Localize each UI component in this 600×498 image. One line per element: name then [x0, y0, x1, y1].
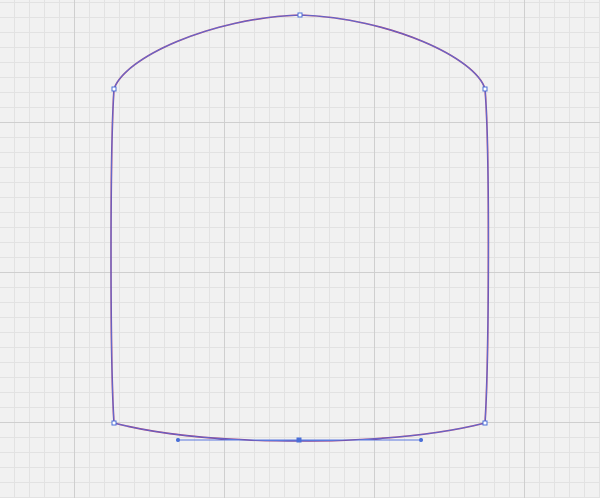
anchor-point-bottom-left[interactable]	[111, 420, 117, 426]
bezier-handle-right[interactable]	[419, 438, 423, 442]
anchor-point-bottom-right[interactable]	[482, 420, 488, 426]
vector-layer	[110, 12, 490, 443]
path-selection-outline	[110, 14, 489, 442]
bezier-handle-left[interactable]	[176, 438, 180, 442]
anchor-point-bottom-selected[interactable]	[296, 437, 302, 443]
anchor-point-top[interactable]	[297, 12, 303, 18]
shape-path[interactable]	[110, 14, 490, 442]
drawing-canvas[interactable]	[0, 0, 600, 498]
anchor-point-top-left[interactable]	[111, 86, 117, 92]
anchor-point-top-right[interactable]	[482, 86, 488, 92]
